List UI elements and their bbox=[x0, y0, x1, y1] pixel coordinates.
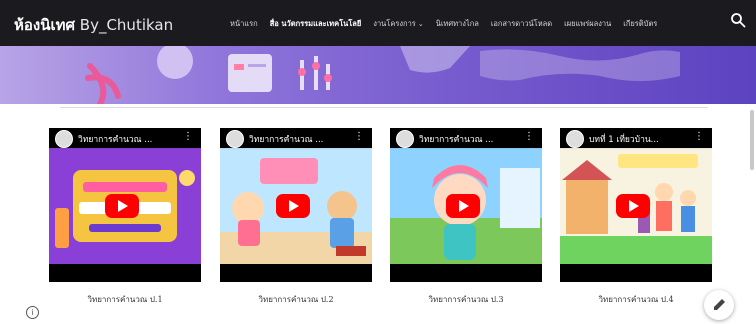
site-title[interactable]: ห้องนิเทศ By_Chutikan bbox=[14, 13, 173, 37]
edit-button[interactable] bbox=[704, 290, 734, 320]
channel-avatar[interactable] bbox=[55, 130, 73, 148]
video-embed[interactable]: บทที่ 1 เที่ยวบ้าน... ⋮ bbox=[560, 128, 712, 282]
info-icon[interactable]: i bbox=[26, 306, 39, 319]
video-caption: วิทยาการคำนวณ ป.1 bbox=[87, 295, 163, 304]
scrollbar[interactable] bbox=[750, 110, 754, 170]
video-title[interactable]: วิทยาการคำนวณ ... bbox=[419, 132, 519, 146]
video-caption: วิทยาการคำนวณ ป.2 bbox=[258, 295, 334, 304]
channel-avatar[interactable] bbox=[226, 130, 244, 148]
video-card: วิทยาการคำนวณ ... ⋮ วิทยาการคำนวณ ป.2 bbox=[220, 128, 372, 304]
banner-illustration bbox=[85, 46, 680, 104]
nav-item-projects-label: งานโครงการ bbox=[373, 19, 416, 28]
nav-item-downloads[interactable]: เอกสารดาวน์โหลด bbox=[491, 18, 552, 30]
top-navigation-bar: ห้องนิเทศ By_Chutikan หน้าแรก สื่อ นวัตก… bbox=[0, 0, 756, 47]
more-vert-icon[interactable]: ⋮ bbox=[354, 132, 364, 142]
video-card: วิทยาการคำนวณ ... ⋮ วิทยาการคำนวณ ป.3 bbox=[390, 128, 542, 304]
video-caption: วิทยาการคำนวณ ป.4 bbox=[598, 295, 674, 304]
site-title-suffix: By_Chutikan bbox=[75, 16, 174, 34]
more-vert-icon[interactable]: ⋮ bbox=[524, 132, 534, 142]
channel-avatar[interactable] bbox=[566, 130, 584, 148]
chevron-down-icon: ⌄ bbox=[417, 20, 424, 28]
section-divider bbox=[60, 107, 708, 108]
search-icon[interactable] bbox=[730, 12, 746, 28]
video-caption: วิทยาการคำนวณ ป.3 bbox=[428, 295, 504, 304]
nav-item-home[interactable]: หน้าแรก bbox=[230, 18, 258, 30]
video-title[interactable]: วิทยาการคำนวณ ... bbox=[249, 132, 349, 146]
nav-item-certificates[interactable]: เกียรติบัตร bbox=[623, 18, 657, 30]
video-embed[interactable]: วิทยาการคำนวณ ... ⋮ bbox=[49, 128, 201, 282]
header-banner bbox=[0, 46, 756, 104]
video-card: วิทยาการคำนวณ ... ⋮ วิทยาการคำนวณ ป.1 bbox=[49, 128, 201, 304]
more-vert-icon[interactable]: ⋮ bbox=[183, 132, 193, 142]
video-embed[interactable]: วิทยาการคำนวณ ... ⋮ bbox=[220, 128, 372, 282]
video-title[interactable]: บทที่ 1 เที่ยวบ้าน... bbox=[589, 132, 689, 146]
nav-item-projects[interactable]: งานโครงการ ⌄ bbox=[373, 18, 423, 30]
more-vert-icon[interactable]: ⋮ bbox=[694, 132, 704, 142]
video-header: วิทยาการคำนวณ ... bbox=[49, 128, 201, 150]
nav-item-media-innovation[interactable]: สื่อ นวัตกรรมและเทคโนโลยี bbox=[270, 18, 362, 30]
video-header: วิทยาการคำนวณ ... bbox=[390, 128, 542, 150]
video-embed[interactable]: วิทยาการคำนวณ ... ⋮ bbox=[390, 128, 542, 282]
video-header: วิทยาการคำนวณ ... bbox=[220, 128, 372, 150]
channel-avatar[interactable] bbox=[396, 130, 414, 148]
nav-item-publications[interactable]: เผยแพร่ผลงาน bbox=[564, 18, 611, 30]
youtube-play-icon[interactable] bbox=[105, 194, 139, 218]
youtube-play-icon[interactable] bbox=[276, 194, 310, 218]
video-title[interactable]: วิทยาการคำนวณ ... bbox=[78, 132, 178, 146]
video-card: บทที่ 1 เที่ยวบ้าน... ⋮ วิทยาการคำนวณ ป.… bbox=[560, 128, 712, 304]
main-nav: หน้าแรก สื่อ นวัตกรรมและเทคโนโลยี งานโคร… bbox=[230, 18, 657, 30]
youtube-play-icon[interactable] bbox=[446, 194, 480, 218]
nav-item-remote-supervision[interactable]: นิเทศทางไกล bbox=[436, 18, 479, 30]
youtube-play-icon[interactable] bbox=[616, 194, 650, 218]
site-title-main: ห้องนิเทศ bbox=[14, 16, 76, 34]
pencil-icon bbox=[714, 299, 725, 310]
video-header: บทที่ 1 เที่ยวบ้าน... bbox=[560, 128, 712, 150]
